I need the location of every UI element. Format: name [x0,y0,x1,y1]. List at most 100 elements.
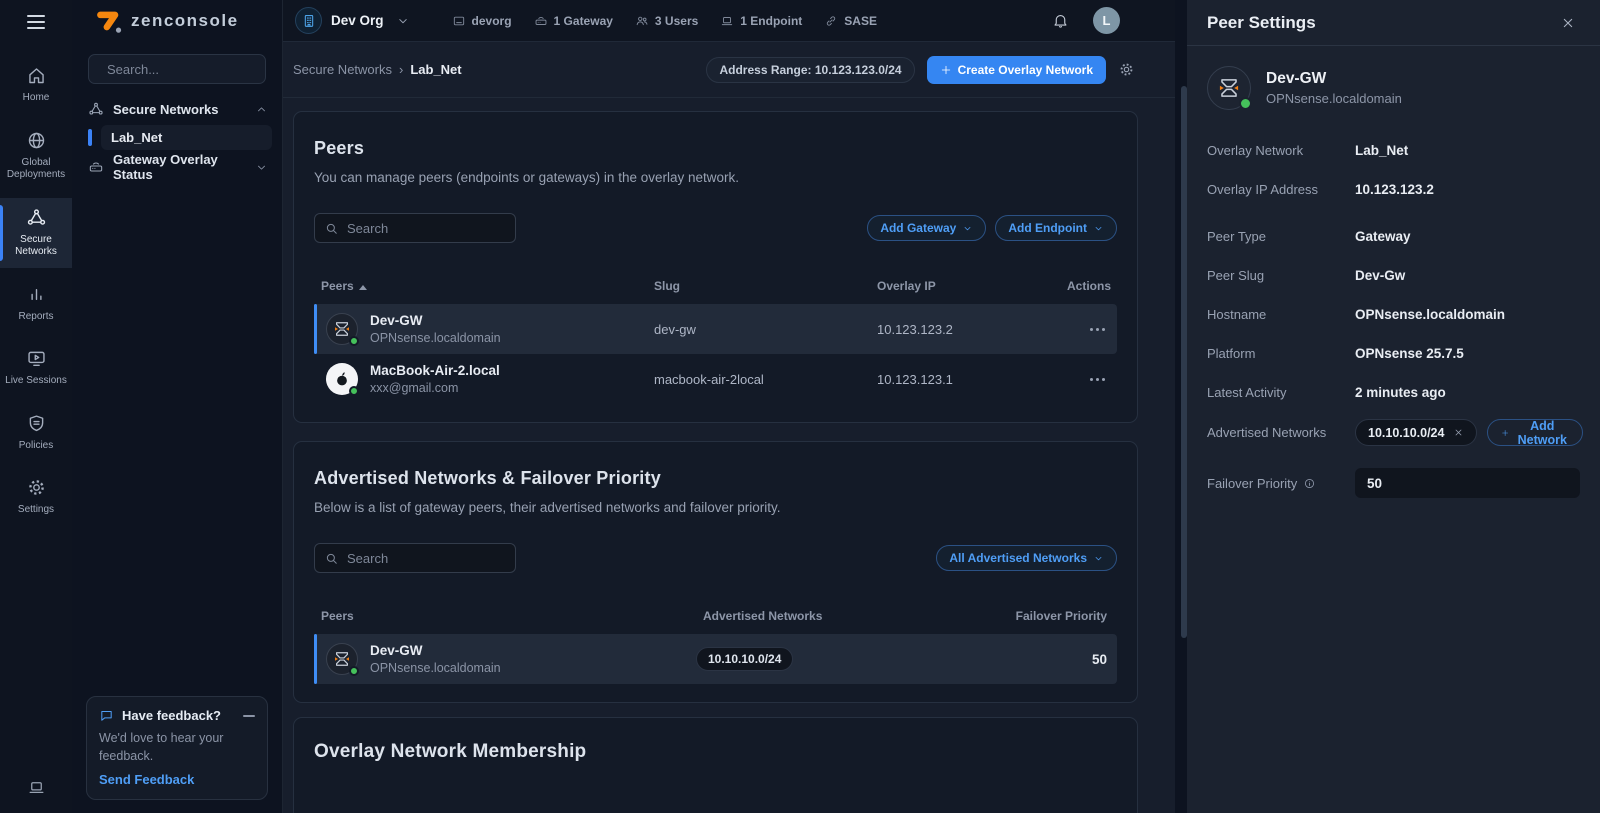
sidebar-nav: Secure Networks Lab_Net Gateway Overlay … [72,92,282,182]
card-icon [452,14,466,28]
advertised-search [314,543,516,573]
close-panel-button[interactable] [1560,15,1576,31]
peer-subtitle: xxx@gmail.com [370,380,459,395]
sort-asc-icon [358,285,367,290]
stat-org-slug[interactable]: devorg [452,14,512,28]
field-peer-type: Peer Type Gateway [1207,224,1580,248]
rail-item-policies[interactable]: Policies [0,404,72,462]
close-icon [1560,15,1576,31]
rail-item-label: Live Sessions [5,375,67,386]
create-overlay-network-button[interactable]: Create Overlay Network [926,55,1106,84]
field-advertised-networks: Advertised Networks 10.10.10.0/24 Add Ne… [1207,419,1583,447]
rail-item-label: Secure Networks [15,233,57,258]
sidebar-search-input[interactable] [107,61,283,77]
chevron-down-icon [396,14,410,28]
peers-description: You can manage peers (endpoints or gatew… [314,170,739,185]
plus-icon [1501,427,1509,439]
breadcrumb-parent[interactable]: Secure Networks [293,62,392,77]
rail-item-reports[interactable]: Reports [0,275,72,333]
table-row-dev-gw[interactable]: Dev-GW OPNsense.localdomain 10.10.10.0/2… [314,634,1117,684]
field-label: Failover Priority [1207,476,1355,491]
column-header-peers[interactable]: Peers [321,609,703,623]
field-label: Advertised Networks [1207,425,1327,440]
column-header-peers[interactable]: Peers [321,279,654,293]
add-endpoint-button[interactable]: Add Endpoint [995,215,1117,241]
table-row-macbook[interactable]: MacBook-Air-2.local xxx@gmail.com macboo… [314,354,1117,404]
users-icon [635,14,649,28]
sidebar-item-gateway-overlay-status[interactable]: Gateway Overlay Status [88,152,272,182]
table-row-dev-gw[interactable]: Dev-GW OPNsense.localdomain dev-gw 10.12… [314,304,1117,354]
bar-chart-icon [26,284,47,305]
sidebar-item-secure-networks[interactable]: Secure Networks [88,96,272,122]
sidebar-item-label: Gateway Overlay Status [113,152,218,182]
collapse-feedback-button[interactable] [243,714,255,717]
membership-card: Overlay Network Membership [293,717,1138,813]
peers-title: Peers [314,138,365,158]
add-gateway-button[interactable]: Add Gateway [867,215,987,241]
info-icon [1303,477,1316,490]
sidebar-item-lab-net[interactable]: Lab_Net [88,124,272,150]
column-header-slug[interactable]: Slug [654,279,877,293]
hamburger-menu-button[interactable] [0,0,72,44]
field-overlay-network: Overlay Network Lab_Net [1207,138,1580,162]
stat-label: SASE [844,13,877,28]
rail-item-secure-networks[interactable]: Secure Networks [0,197,72,268]
peer-name: MacBook-Air-2.local [370,363,500,379]
field-hostname: Hostname OPNsense.localdomain [1207,302,1580,326]
failover-priority-input[interactable] [1355,468,1580,498]
search-icon [324,551,339,566]
chevron-down-icon [962,223,973,234]
field-value: OPNsense.localdomain [1355,306,1506,322]
online-status-dot [349,385,359,396]
plus-icon [940,64,952,76]
rail-items: Home Global Deployments Secure Networks … [0,56,72,526]
network-settings-gear-button[interactable] [1118,61,1135,78]
rail-item-settings[interactable]: Settings [0,468,72,526]
add-network-button[interactable]: Add Network [1487,419,1583,447]
stat-sase[interactable]: SASE [824,14,877,28]
peer-name: Dev-GW [370,643,423,659]
stat-users[interactable]: 3 Users [635,14,698,28]
field-label: Latest Activity [1207,384,1287,400]
org-avatar [295,7,322,34]
laptop-icon[interactable] [27,778,46,797]
peer-name: Dev-GW [370,313,423,329]
all-advertised-networks-filter[interactable]: All Advertised Networks [936,545,1117,571]
rail-item-live-sessions[interactable]: Live Sessions [0,339,72,397]
column-header-networks[interactable]: Advertised Networks [703,609,997,623]
link-icon [824,14,838,28]
advertised-search-input[interactable] [347,550,506,566]
membership-title: Overlay Network Membership [314,741,587,762]
panel-title: Peer Settings [1207,12,1316,32]
column-header-overlay-ip[interactable]: Overlay IP [877,279,1067,293]
stat-label: 1 Endpoint [740,13,803,28]
org-topbar: Dev Org devorg 1 Gateway 3 Users 1 Endpo… [283,0,1175,42]
remove-network-button[interactable] [1453,427,1464,438]
notifications-bell-button[interactable] [1052,12,1069,29]
sidebar-item-label: Secure Networks [113,101,219,117]
gateway-icon [88,159,104,175]
gear-icon [1118,61,1135,78]
row-actions-button[interactable] [1067,377,1117,381]
bell-icon [1052,12,1069,29]
peers-search-input[interactable] [347,220,506,236]
advertised-title: Advertised Networks & Failover Priority [314,468,661,488]
stat-gateways[interactable]: 1 Gateway [534,14,613,28]
org-switcher[interactable]: Dev Org [295,7,410,34]
send-feedback-link[interactable]: Send Feedback [99,772,255,787]
main-content: Peers You can manage peers (endpoints or… [283,99,1175,813]
stat-endpoints[interactable]: 1 Endpoint [720,14,802,28]
row-actions-button[interactable] [1067,327,1117,331]
rail-item-global-deployments[interactable]: Global Deployments [0,121,72,191]
user-avatar[interactable]: L [1093,7,1120,34]
peer-subtitle: OPNsense.localdomain [370,330,501,345]
filter-label: All Advertised Networks [949,551,1087,565]
field-label: Peer Type [1207,228,1267,244]
field-overlay-ip: Overlay IP Address 10.123.123.2 [1207,177,1580,201]
scrollbar-thumb[interactable] [1181,86,1187,638]
add-gateway-label: Add Gateway [880,221,957,235]
column-header-priority[interactable]: Failover Priority [997,609,1117,623]
rail-item-home[interactable]: Home [0,56,72,114]
chevron-down-icon [1093,553,1104,564]
failover-priority-value: 50 [1091,651,1107,667]
